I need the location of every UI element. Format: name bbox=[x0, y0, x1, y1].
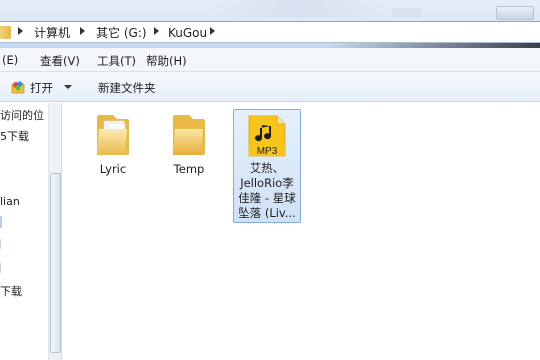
folder-item-temp[interactable]: Temp bbox=[161, 111, 217, 177]
nav-item-downloads-2[interactable]: 下载 bbox=[0, 283, 22, 299]
music-file-icon: MP3 bbox=[248, 115, 286, 157]
address-bar-region: 计算机 其它 (G:) KuGou bbox=[0, 0, 540, 48]
menu-help[interactable]: 帮助(H) bbox=[146, 53, 187, 69]
folder-name: Lyric bbox=[99, 162, 127, 176]
folder-name: Temp bbox=[173, 162, 205, 176]
breadcrumb-computer[interactable]: 计算机 bbox=[34, 25, 70, 41]
navigation-pane: 访问的位 5下载 lian 下载 bbox=[0, 103, 62, 360]
chevron-right-icon[interactable] bbox=[80, 27, 85, 35]
menu-bar: (E) 查看(V) 工具(T) 帮助(H) bbox=[0, 48, 540, 72]
chevron-right-icon[interactable] bbox=[210, 27, 215, 35]
menu-edit[interactable]: (E) bbox=[2, 53, 18, 67]
nav-scrollbar-thumb[interactable] bbox=[50, 173, 61, 353]
nav-item-marker[interactable] bbox=[0, 239, 1, 249]
chevron-down-icon[interactable] bbox=[64, 85, 72, 89]
window-button[interactable] bbox=[392, 8, 422, 18]
breadcrumb-kugou[interactable]: KuGou bbox=[168, 25, 207, 41]
folder-icon bbox=[173, 115, 205, 155]
menu-view[interactable]: 查看(V) bbox=[40, 53, 80, 69]
open-button[interactable]: 打开 bbox=[30, 80, 53, 96]
folder-item-lyric[interactable]: Lyric bbox=[85, 111, 141, 177]
chevron-right-icon[interactable] bbox=[154, 27, 159, 35]
minimize-button[interactable] bbox=[496, 6, 534, 20]
address-input[interactable]: 计算机 其它 (G:) KuGou bbox=[0, 21, 540, 43]
file-name-line-4: 坠落 (Liv... bbox=[238, 206, 296, 220]
file-name-line-1: 艾热、 bbox=[249, 161, 285, 175]
nav-item-marker[interactable] bbox=[0, 216, 2, 228]
file-name-line-2: JelloRio李 bbox=[240, 176, 294, 190]
breadcrumb-drive[interactable]: 其它 (G:) bbox=[96, 25, 147, 41]
menu-tools[interactable]: 工具(T) bbox=[97, 53, 136, 69]
nav-item-downloads[interactable]: 5下载 bbox=[0, 128, 29, 144]
title-area bbox=[200, 0, 400, 18]
nav-item-marker[interactable] bbox=[0, 263, 1, 273]
open-icon bbox=[11, 81, 25, 94]
folder-icon bbox=[97, 115, 129, 155]
file-item-mp3[interactable]: MP3 艾热、 JelloRio李 佳隆 - 星球 坠落 (Liv... bbox=[233, 109, 301, 223]
nav-item-lian[interactable]: lian bbox=[0, 195, 20, 208]
file-list: Lyric Temp MP3 艾热、 JelloRio李 佳隆 - 星球 坠落 … bbox=[63, 103, 540, 360]
file-name-line-3: 佳隆 - 星球 bbox=[238, 191, 296, 205]
chevron-right-icon[interactable] bbox=[18, 27, 23, 35]
mp3-badge: MP3 bbox=[257, 146, 278, 157]
folder-icon bbox=[0, 26, 11, 39]
new-folder-button[interactable]: 新建文件夹 bbox=[98, 80, 156, 96]
command-bar: 打开 新建文件夹 bbox=[0, 72, 540, 102]
nav-item-recent[interactable]: 访问的位 bbox=[0, 107, 44, 123]
